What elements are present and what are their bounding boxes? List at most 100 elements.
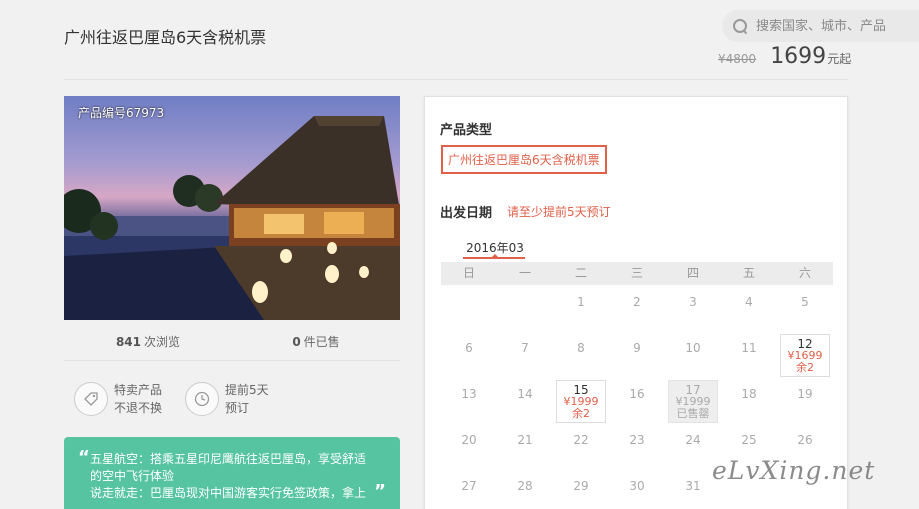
search-input[interactable]: [756, 18, 906, 34]
day-number: 19: [797, 387, 813, 401]
feature-advance-booking: 提前5天 预订: [185, 381, 269, 417]
price-unit: 元起: [827, 52, 852, 66]
day-number: 27: [461, 479, 477, 493]
weekday-label: 六: [798, 266, 811, 280]
product-page: 广州往返巴厘岛6天含税机票 ¥4800 1699 元起: [0, 0, 919, 509]
calendar-day: 22: [553, 423, 609, 469]
product-stats: 841 次浏览 0 件已售: [64, 333, 400, 350]
day-number: 3: [689, 295, 697, 309]
day-number: 9: [633, 341, 641, 355]
day-number: 13: [461, 387, 477, 401]
tag-icon: [74, 382, 108, 416]
day-number: 16: [629, 387, 645, 401]
product-code: 产品编号67973: [78, 106, 165, 120]
day-number: 1: [577, 295, 585, 309]
calendar-day: 18: [721, 377, 777, 423]
calendar-day: 21: [497, 423, 553, 469]
weekday-label: 一: [518, 266, 531, 280]
sold-stat: 0 件已售: [232, 333, 400, 350]
calendar-week: 6 7 8 9 10 11 12 ¥1699 余2: [441, 331, 833, 377]
views-count: 841: [115, 335, 142, 349]
product-photo: 产品编号67973: [64, 96, 400, 320]
day-number: 21: [517, 433, 533, 447]
calendar-day: [497, 285, 553, 331]
calendar-day-available[interactable]: 12 ¥1699 余2: [777, 331, 833, 377]
weekday-label: 二: [574, 266, 587, 280]
calendar-day-soldout: 17 ¥1999 已售罄: [665, 377, 721, 423]
weekday-label: 日: [462, 266, 475, 280]
calendar-day: 29: [553, 469, 609, 509]
weekday-label: 四: [686, 266, 699, 280]
calendar-day: 3: [665, 285, 721, 331]
calendar-day: 5: [777, 285, 833, 331]
day-number: 22: [573, 433, 589, 447]
day-number: 4: [745, 295, 753, 309]
calendar-day: 23: [609, 423, 665, 469]
day-number: 24: [685, 433, 701, 447]
calendar-day: 14: [497, 377, 553, 423]
weekday-label: 五: [742, 266, 755, 280]
day-number: 30: [629, 479, 645, 493]
day-number: 10: [685, 341, 701, 355]
views-stat: 841 次浏览: [64, 333, 232, 350]
day-number: 2: [633, 295, 641, 309]
day-price: ¥1699 余2: [777, 350, 833, 374]
day-number: 5: [801, 295, 809, 309]
calendar-week: 1 2 3 4 5: [441, 285, 833, 331]
product-type-option[interactable]: 广州往返巴厘岛6天含税机票: [441, 145, 607, 174]
calendar-day: 2: [609, 285, 665, 331]
calendar-day: 28: [497, 469, 553, 509]
day-number: 18: [741, 387, 757, 401]
calendar-day: 30: [609, 469, 665, 509]
day-stock: 余2: [796, 361, 814, 374]
day-stock: 余2: [572, 407, 590, 420]
calendar-day: [441, 285, 497, 331]
day-number: 23: [629, 433, 645, 447]
resort-illustration: [64, 116, 400, 320]
day-number: 14: [517, 387, 533, 401]
day-number: 25: [741, 433, 757, 447]
day-number: 8: [577, 341, 585, 355]
calendar-day: 19: [777, 377, 833, 423]
calendar-day-available[interactable]: 15 ¥1999 余2: [553, 377, 609, 423]
day-number: 28: [517, 479, 533, 493]
day-number: 6: [465, 341, 473, 355]
calendar-day: 7: [497, 331, 553, 377]
calendar-day: 6: [441, 331, 497, 377]
highlights-box: “ 五星航空：搭乘五星印尼鹰航往返巴厘岛，享受舒适 的空中飞行体验 说走就走：巴…: [64, 437, 400, 509]
calendar-day: 13: [441, 377, 497, 423]
watermark-logo: eLvXing.net: [712, 456, 876, 485]
highlight-line: 说走就走：巴厘岛现对中国游客实行免签政策，拿上: [90, 486, 367, 500]
search-box[interactable]: [722, 10, 919, 42]
booking-hint: 请至少提前5天预订: [507, 205, 611, 219]
feature-special-sale: 特卖产品 不退不换: [74, 381, 162, 417]
close-quote-icon: ”: [374, 481, 386, 502]
day-price: ¥1999 余2: [553, 396, 609, 420]
highlight-line: 五星航空：搭乘五星印尼鹰航往返巴厘岛，享受舒适: [90, 452, 367, 466]
day-number: 11: [741, 341, 757, 355]
calendar-day: 9: [609, 331, 665, 377]
feature-line: 特卖产品: [114, 383, 163, 397]
calendar-day: 16: [609, 377, 665, 423]
weekday-header: 日 一 二 三 四 五 六: [441, 262, 833, 285]
calendar-day: 1: [553, 285, 609, 331]
search-icon[interactable]: [732, 18, 748, 34]
caret-up-icon: [491, 254, 499, 258]
booking-card: 产品类型 广州往返巴厘岛6天含税机票 出发日期 请至少提前5天预订 2016年0…: [424, 96, 848, 509]
current-price: 1699: [770, 44, 827, 69]
day-stock: 已售罄: [676, 407, 710, 420]
product-title: 广州往返巴厘岛6天含税机票: [64, 28, 267, 47]
day-price: ¥1999 已售罄: [665, 396, 721, 420]
calendar-day: 8: [553, 331, 609, 377]
weekday-label: 三: [630, 266, 643, 280]
clock-icon: [185, 382, 219, 416]
original-price: ¥4800: [718, 52, 757, 66]
calendar-day: 10: [665, 331, 721, 377]
highlight-line: 的空中飞行体验: [90, 469, 175, 483]
divider: [64, 79, 848, 80]
calendar-day: 4: [721, 285, 777, 331]
day-number: 20: [461, 433, 477, 447]
product-type-heading: 产品类型: [440, 123, 493, 138]
price-block: ¥4800 1699 元起: [718, 44, 851, 69]
calendar-day: 27: [441, 469, 497, 509]
